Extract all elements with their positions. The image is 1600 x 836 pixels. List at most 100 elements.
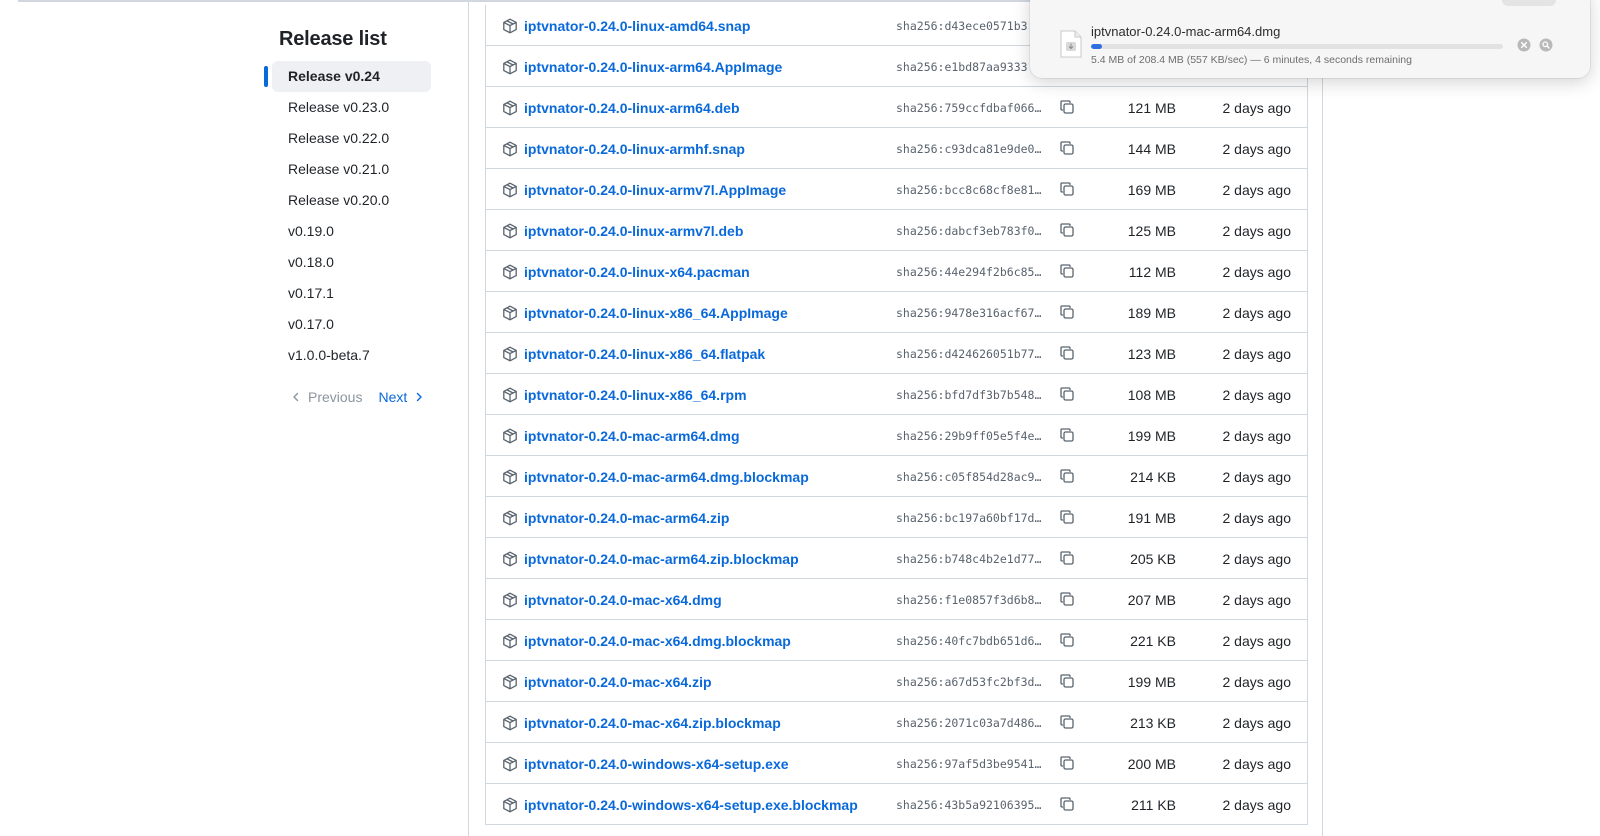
- asset-size: 199 MB: [1127, 428, 1176, 444]
- asset-download-link[interactable]: iptvnator-0.24.0-mac-x64.zip.blockmap: [524, 702, 781, 744]
- next-page-button[interactable]: Next: [378, 389, 425, 405]
- package-icon: [502, 551, 518, 567]
- release-item[interactable]: Release v0.23.0: [272, 92, 431, 123]
- copy-icon[interactable]: [1059, 550, 1075, 566]
- release-item[interactable]: Release v0.22.0: [272, 123, 431, 154]
- copy-icon[interactable]: [1059, 140, 1075, 156]
- asset-download-link[interactable]: iptvnator-0.24.0-linux-armv7l.deb: [524, 210, 743, 252]
- asset-date: 2 days ago: [1222, 592, 1292, 608]
- asset-size: 144 MB: [1127, 141, 1176, 157]
- asset-size: 207 MB: [1127, 592, 1176, 608]
- package-icon: [502, 510, 518, 526]
- asset-row: iptvnator-0.24.0-windows-x64-setup.exe.b…: [486, 784, 1307, 825]
- asset-download-link[interactable]: iptvnator-0.24.0-mac-x64.zip: [524, 661, 712, 703]
- previous-page-button[interactable]: Previous: [290, 389, 362, 405]
- disk-image-file-icon: [1060, 30, 1082, 58]
- release-item[interactable]: v0.17.0: [272, 309, 431, 340]
- asset-download-link[interactable]: iptvnator-0.24.0-mac-arm64.zip.blockmap: [524, 538, 799, 580]
- asset-download-link[interactable]: iptvnator-0.24.0-mac-x64.dmg.blockmap: [524, 620, 791, 662]
- copy-icon[interactable]: [1059, 755, 1075, 771]
- asset-row: iptvnator-0.24.0-mac-x64.zip.blockmap sha…: [486, 702, 1307, 743]
- asset-size: 125 MB: [1127, 223, 1176, 239]
- asset-sha256: sha256:bc197a60bf17d0…: [896, 511, 1048, 525]
- asset-download-link[interactable]: iptvnator-0.24.0-linux-amd64.snap: [524, 5, 750, 47]
- asset-download-link[interactable]: iptvnator-0.24.0-linux-arm64.deb: [524, 87, 740, 129]
- asset-download-link[interactable]: iptvnator-0.24.0-windows-x64-setup.exe: [524, 743, 789, 785]
- asset-download-link[interactable]: iptvnator-0.24.0-mac-arm64.zip: [524, 497, 729, 539]
- copy-icon[interactable]: [1059, 181, 1075, 197]
- copy-icon[interactable]: [1059, 796, 1075, 812]
- asset-date: 2 days ago: [1222, 346, 1292, 362]
- copy-icon[interactable]: [1059, 263, 1075, 279]
- asset-sha256: sha256:40fc7bdb651d63…: [896, 634, 1048, 648]
- package-icon: [502, 756, 518, 772]
- asset-sha256: sha256:a67d53fc2bf3d4…: [896, 675, 1048, 689]
- release-item[interactable]: Release v0.20.0: [272, 185, 431, 216]
- package-icon: [502, 469, 518, 485]
- asset-download-link[interactable]: iptvnator-0.24.0-linux-armhf.snap: [524, 128, 745, 170]
- asset-sha256: sha256:bfd7df3b7b5484…: [896, 388, 1048, 402]
- asset-sha256: sha256:dabcf3eb783f04…: [896, 224, 1048, 238]
- asset-download-link[interactable]: iptvnator-0.24.0-mac-arm64.dmg.blockmap: [524, 456, 809, 498]
- asset-download-link[interactable]: iptvnator-0.24.0-mac-x64.dmg: [524, 579, 722, 621]
- download-progress-bar: [1091, 44, 1503, 49]
- asset-date: 2 days ago: [1222, 100, 1292, 116]
- reveal-in-finder-icon[interactable]: [1539, 38, 1553, 52]
- asset-row: iptvnator-0.24.0-mac-arm64.zip.blockmap s…: [486, 538, 1307, 579]
- asset-row: iptvnator-0.24.0-mac-x64.dmg.blockmap sha…: [486, 620, 1307, 661]
- release-item[interactable]: Release v0.24: [264, 61, 431, 92]
- copy-icon[interactable]: [1059, 509, 1075, 525]
- asset-size: 123 MB: [1127, 346, 1176, 362]
- copy-icon[interactable]: [1059, 632, 1075, 648]
- downloads-popover: iptvnator-0.24.0-mac-arm64.dmg 5.4 MB of…: [1030, 0, 1590, 78]
- copy-icon[interactable]: [1059, 714, 1075, 730]
- asset-download-link[interactable]: iptvnator-0.24.0-linux-x86_64.flatpak: [524, 333, 765, 375]
- copy-icon[interactable]: [1059, 345, 1075, 361]
- release-item[interactable]: Release v0.21.0: [272, 154, 431, 185]
- asset-sha256: sha256:b748c4b2e1d771…: [896, 552, 1048, 566]
- asset-download-link[interactable]: iptvnator-0.24.0-linux-x86_64.AppImage: [524, 292, 788, 334]
- asset-sha256: sha256:e1bd87aa9333: [896, 60, 1028, 74]
- copy-icon[interactable]: [1059, 386, 1075, 402]
- asset-download-link[interactable]: iptvnator-0.24.0-mac-arm64.dmg: [524, 415, 740, 457]
- release-item[interactable]: v1.0.0-beta.7: [272, 340, 431, 371]
- asset-row: iptvnator-0.24.0-mac-x64.dmg sha256:f1e08…: [486, 579, 1307, 620]
- asset-row: iptvnator-0.24.0-linux-armv7l.AppImage sh…: [486, 169, 1307, 210]
- asset-date: 2 days ago: [1222, 428, 1292, 444]
- downloads-header-button[interactable]: [1502, 0, 1556, 6]
- release-list-title: Release list: [279, 28, 387, 50]
- asset-sha256: sha256:bcc8c68cf8e818…: [896, 183, 1048, 197]
- stop-download-icon[interactable]: [1517, 38, 1531, 52]
- copy-icon[interactable]: [1059, 427, 1075, 443]
- asset-row: iptvnator-0.24.0-linux-x86_64.flatpak sha…: [486, 333, 1307, 374]
- release-item[interactable]: v0.18.0: [272, 247, 431, 278]
- copy-icon[interactable]: [1059, 468, 1075, 484]
- asset-download-link[interactable]: iptvnator-0.24.0-linux-x86_64.rpm: [524, 374, 747, 416]
- copy-icon[interactable]: [1059, 222, 1075, 238]
- copy-icon[interactable]: [1059, 304, 1075, 320]
- package-icon: [502, 633, 518, 649]
- asset-date: 2 days ago: [1222, 182, 1292, 198]
- asset-size: 199 MB: [1127, 674, 1176, 690]
- asset-download-link[interactable]: iptvnator-0.24.0-linux-arm64.AppImage: [524, 46, 782, 88]
- release-item[interactable]: v0.19.0: [272, 216, 431, 247]
- copy-icon[interactable]: [1059, 99, 1075, 115]
- asset-size: 205 KB: [1130, 551, 1176, 567]
- package-icon: [502, 264, 518, 280]
- asset-download-link[interactable]: iptvnator-0.24.0-linux-x64.pacman: [524, 251, 750, 293]
- asset-download-link[interactable]: iptvnator-0.24.0-linux-armv7l.AppImage: [524, 169, 786, 211]
- package-icon: [502, 797, 518, 813]
- asset-row: iptvnator-0.24.0-linux-armhf.snap sha256:…: [486, 128, 1307, 169]
- previous-label: Previous: [308, 389, 363, 405]
- release-item[interactable]: v0.17.1: [272, 278, 431, 309]
- asset-download-link[interactable]: iptvnator-0.24.0-windows-x64-setup.exe.b…: [524, 784, 858, 826]
- copy-icon[interactable]: [1059, 673, 1075, 689]
- asset-date: 2 days ago: [1222, 264, 1292, 280]
- asset-size: 189 MB: [1127, 305, 1176, 321]
- asset-row: iptvnator-0.24.0-windows-x64-setup.exe sh…: [486, 743, 1307, 784]
- copy-icon[interactable]: [1059, 591, 1075, 607]
- asset-sha256: sha256:2071c03a7d486d…: [896, 716, 1048, 730]
- asset-row: iptvnator-0.24.0-linux-x86_64.AppImage sh…: [486, 292, 1307, 333]
- package-icon: [502, 100, 518, 116]
- asset-size: 221 KB: [1130, 633, 1176, 649]
